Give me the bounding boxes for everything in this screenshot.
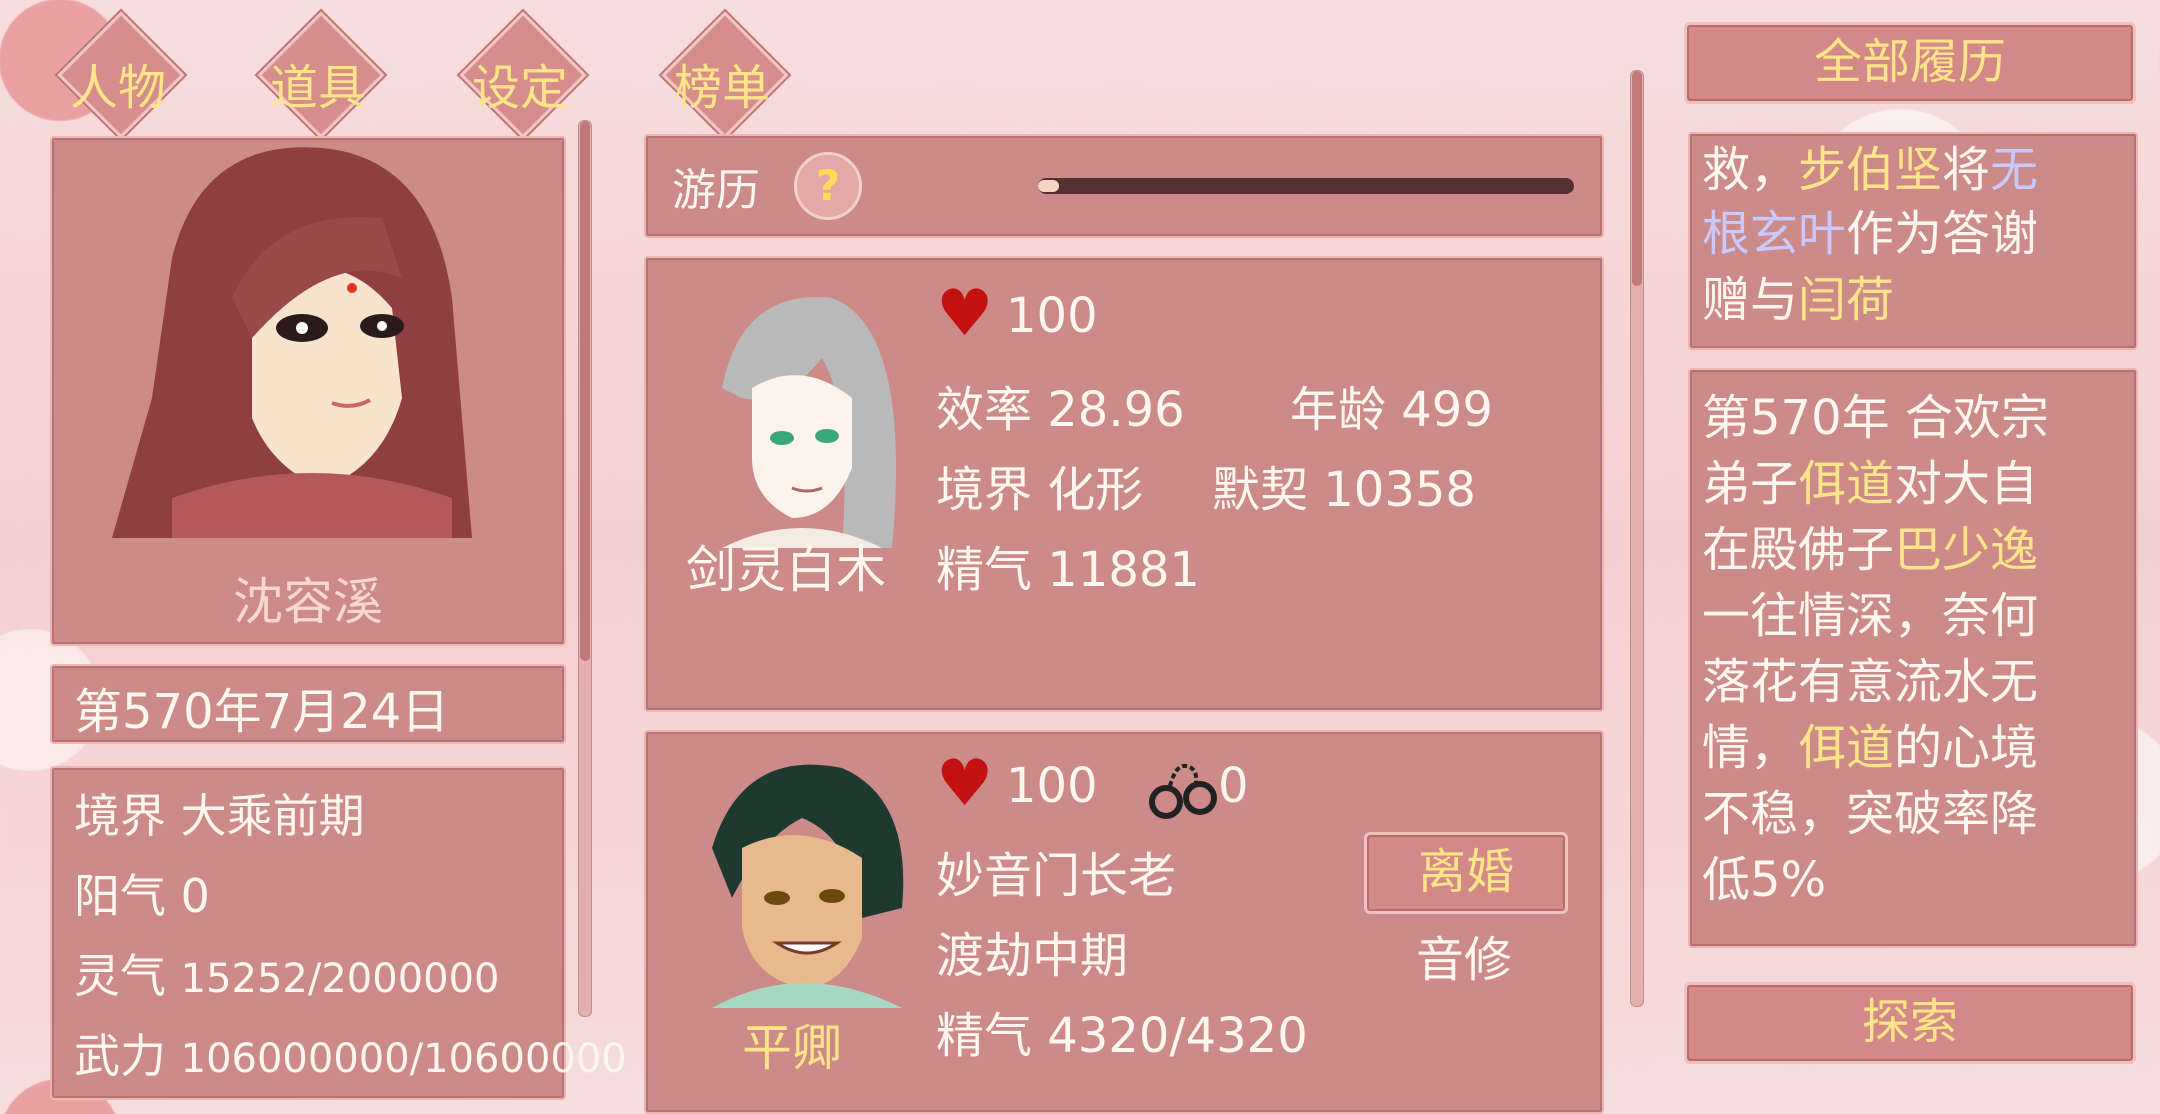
player-card[interactable]: 沈容溪	[50, 136, 566, 646]
history-line: 第570年 合欢宗	[1702, 390, 2049, 446]
history-entry: 救，步伯坚将无 根玄叶作为答谢 赠与闫荷	[1688, 132, 2138, 350]
history-entry: 第570年 合欢宗 弟子佴道对大自 在殿佛子巴少逸 一往情深，奈何 落花有意流水…	[1688, 368, 2138, 948]
player-portrait	[112, 147, 472, 538]
question-icon[interactable]: ?	[794, 152, 862, 220]
scroll-thumb[interactable]	[1632, 71, 1642, 286]
stat-realm: 境界 大乘前期	[74, 789, 365, 843]
tab-label: 人物	[69, 60, 166, 116]
partner-essence: 精气 11881	[936, 542, 1200, 598]
history-line: 情，佴道的心境	[1702, 720, 2039, 776]
partner-profession: 音修	[1416, 932, 1513, 988]
right-scrollbar[interactable]	[1630, 70, 1644, 1007]
tab-label: 榜单	[673, 60, 770, 116]
travel-panel: 游历 ?	[644, 134, 1604, 238]
partner-realm: 境界 化形	[936, 462, 1144, 518]
travel-progress	[1038, 178, 1574, 194]
tab-label: 设定	[471, 60, 568, 116]
date-panel: 第570年7月24日	[50, 664, 566, 744]
explore-button[interactable]: 探索	[1684, 982, 2136, 1064]
divorce-button[interactable]: 离婚	[1364, 832, 1568, 914]
travel-label: 游历	[672, 165, 760, 216]
game-date: 第570年7月24日	[74, 684, 450, 740]
player-name: 沈容溪	[233, 573, 383, 631]
partner-title: 妙音门长老	[936, 848, 1177, 904]
left-scrollbar[interactable]	[578, 120, 592, 1017]
tab-items[interactable]: 道具	[256, 10, 385, 139]
history-line: 根玄叶作为答谢	[1702, 206, 2039, 262]
tab-character[interactable]: 人物	[56, 10, 185, 139]
tab-settings[interactable]: 设定	[458, 10, 587, 139]
stat-yang: 阳气 0	[74, 869, 210, 923]
partner-card[interactable]: 平卿 ♥ 100 0 妙音门长老 渡劫中期 精气 4320/4320 离婚 音修	[644, 730, 1604, 1114]
tab-label: 道具	[269, 60, 366, 116]
history-header-button[interactable]: 全部履历	[1684, 22, 2136, 104]
player-stats: 境界 大乘前期 阳气 0 灵气 15252/2000000 武力 1060000…	[50, 766, 627, 1100]
heart-icon: ♥	[936, 277, 994, 351]
partner-name: 剑灵白木	[686, 541, 886, 599]
partner-portrait	[712, 764, 904, 1008]
heart-icon: ♥	[936, 747, 994, 821]
history-line: 落花有意流水无	[1702, 654, 2039, 710]
history-line: 低5%	[1702, 852, 1827, 908]
history-line: 救，步伯坚将无	[1702, 142, 2039, 198]
partner-age: 年龄 499	[1290, 382, 1493, 438]
partner-cuffs: 0	[1218, 758, 1249, 814]
handcuffs-icon	[1149, 763, 1217, 819]
partner-affection: 100	[1006, 288, 1098, 344]
history-line: 一往情深，奈何	[1702, 588, 2039, 644]
stat-force: 武力 106000000/10600000	[74, 1029, 627, 1083]
history-line: 不稳，突破率降	[1702, 786, 2039, 842]
partner-efficiency: 效率 28.96	[936, 382, 1185, 438]
partner-bond: 默契 10358	[1212, 462, 1476, 518]
partner-portrait	[722, 297, 896, 548]
partner-affection: 100	[1006, 758, 1098, 814]
partner-realm: 渡劫中期	[936, 928, 1129, 984]
travel-progress-fill	[1038, 180, 1060, 192]
stat-spirit: 灵气 15252/2000000	[74, 949, 500, 1003]
history-line: 弟子佴道对大自	[1702, 456, 2039, 512]
history-line: 赠与闫荷	[1702, 272, 1895, 328]
scroll-thumb[interactable]	[580, 121, 590, 661]
partner-essence: 精气 4320/4320	[936, 1008, 1308, 1064]
history-line: 在殿佛子巴少逸	[1702, 522, 2039, 578]
partner-name: 平卿	[742, 1019, 842, 1077]
partner-card[interactable]: 剑灵白木 ♥ 100 效率 28.96 年龄 499 境界 化形 默契 1035…	[644, 256, 1604, 712]
tab-ranking[interactable]: 榜单	[660, 10, 789, 139]
